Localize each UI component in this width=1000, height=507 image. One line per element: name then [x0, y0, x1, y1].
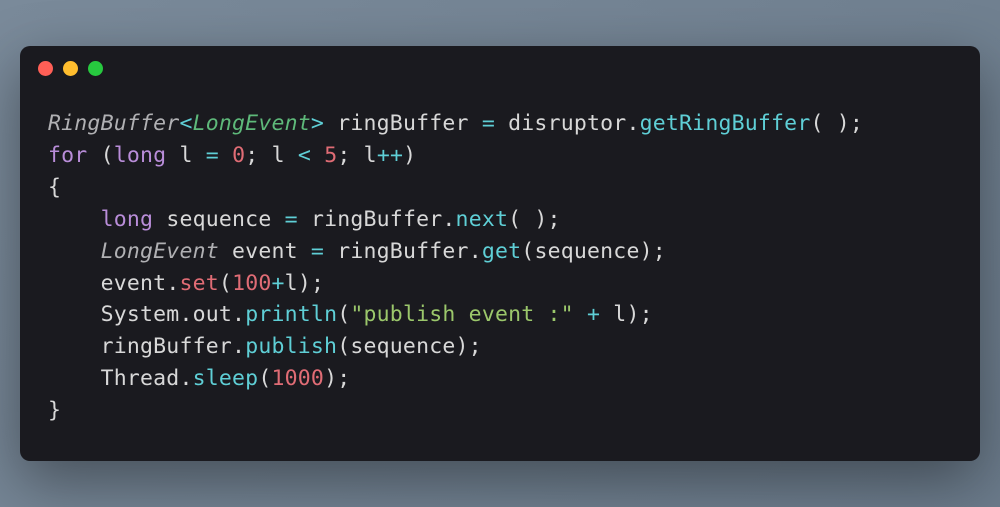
minimize-icon[interactable]	[63, 61, 78, 76]
zoom-icon[interactable]	[88, 61, 103, 76]
titlebar	[20, 46, 980, 90]
code-line: long sequence = ringBuffer.next( );	[48, 207, 561, 232]
code-line: System.out.println("publish event :" + l…	[48, 302, 653, 327]
code-line: {	[48, 175, 61, 200]
code-window: RingBuffer<LongEvent> ringBuffer = disru…	[20, 46, 980, 460]
code-line: Thread.sleep(1000);	[48, 366, 350, 391]
code-line: ringBuffer.publish(sequence);	[48, 334, 482, 359]
code-line: for (long l = 0; l < 5; l++)	[48, 143, 416, 168]
code-line: event.set(100+l);	[48, 271, 324, 296]
code-block: RingBuffer<LongEvent> ringBuffer = disru…	[20, 90, 980, 460]
code-line: LongEvent event = ringBuffer.get(sequenc…	[48, 239, 666, 264]
close-icon[interactable]	[38, 61, 53, 76]
code-line: RingBuffer<LongEvent> ringBuffer = disru…	[48, 111, 863, 136]
code-line: }	[48, 398, 61, 423]
